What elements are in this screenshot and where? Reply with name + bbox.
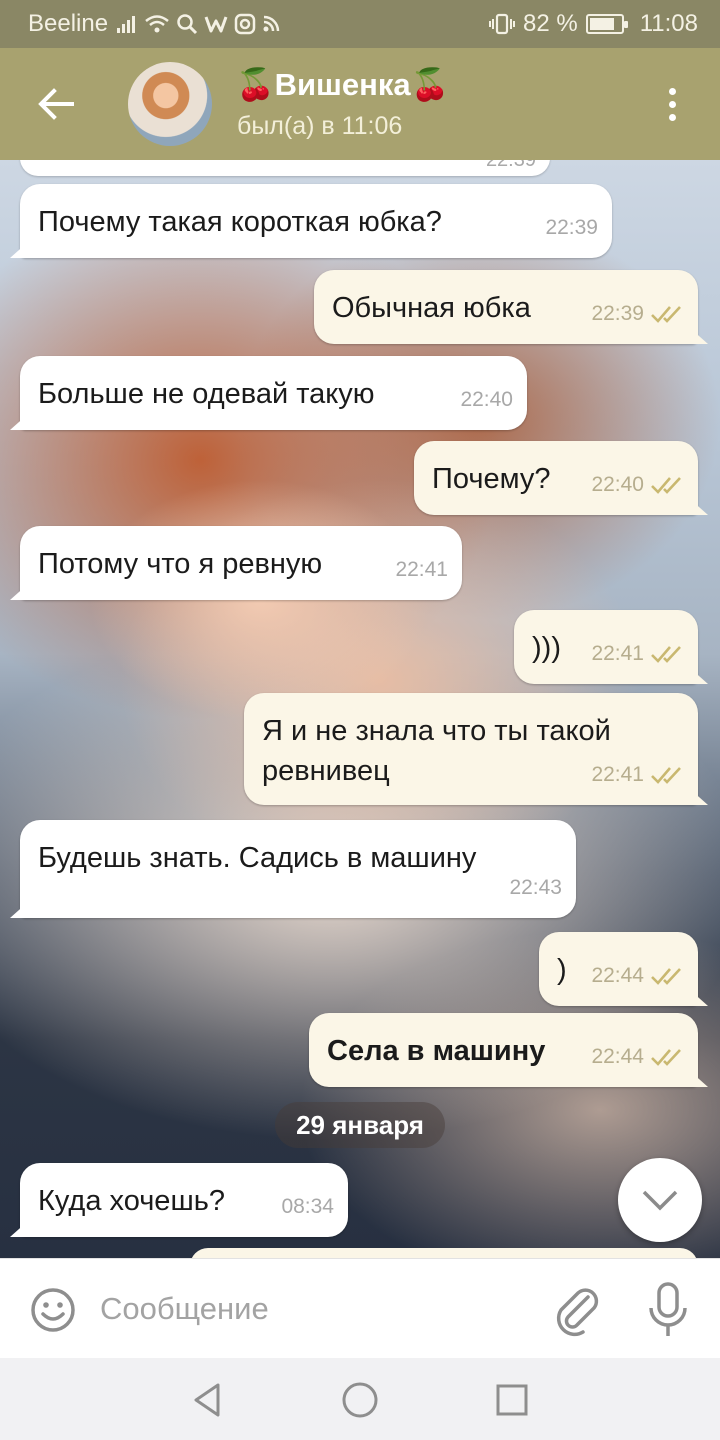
message-bubble-partial[interactable]: [190, 1248, 698, 1258]
status-left: Beeline: [28, 10, 280, 38]
double-check-icon: [651, 767, 681, 784]
date-separator: 29 января: [275, 1102, 445, 1148]
message-meta: 22:40: [591, 465, 684, 505]
message-meta: 22:41: [395, 550, 448, 590]
avatar[interactable]: [128, 62, 212, 146]
message-incoming[interactable]: Куда хочешь? 08:34: [20, 1163, 348, 1237]
message-time: 22:40: [591, 473, 644, 496]
message-text: Потому что я ревную: [38, 548, 323, 580]
search-icon: [177, 14, 198, 35]
vibrate-icon: [489, 13, 516, 35]
message-time: 22:44: [591, 1045, 644, 1068]
rss-icon: [263, 15, 280, 32]
message-text: Обычная юбка: [332, 292, 531, 324]
attach-button[interactable]: [552, 1283, 602, 1337]
message-text: Будешь знать. Садись в машину: [38, 842, 477, 874]
nav-back-button[interactable]: [188, 1380, 228, 1420]
microphone-button[interactable]: [646, 1281, 690, 1339]
paperclip-icon: [556, 1288, 599, 1337]
message-outgoing[interactable]: ))) 22:41: [514, 610, 698, 684]
status-right: 82 % 11:08: [489, 10, 698, 38]
message-time: 08:34: [281, 1195, 334, 1218]
message-bubble-partial[interactable]: 22:39: [20, 160, 550, 176]
chat-header: 🍒Вишенка🍒 был(а) в 11:06: [0, 48, 720, 160]
double-check-icon: [651, 477, 681, 494]
message-outgoing[interactable]: Села в машину 22:44: [309, 1013, 698, 1087]
message-time: 22:41: [395, 558, 448, 581]
message-time: 22:39: [485, 160, 536, 171]
message-meta: 22:41: [591, 755, 684, 795]
chat-title[interactable]: 🍒Вишенка🍒: [236, 66, 449, 103]
double-check-icon: [651, 968, 681, 985]
circle-home-icon: [342, 1382, 378, 1418]
message-text: Почему?: [432, 463, 551, 495]
scroll-down-button[interactable]: [618, 1158, 702, 1242]
triangle-back-icon: [194, 1383, 220, 1417]
message-meta: 22:39: [545, 208, 598, 248]
message-meta: 22:43: [509, 868, 562, 908]
chat-area[interactable]: 22:39 Почему такая короткая юбка? 22:39 …: [0, 160, 720, 1258]
nav-home-button[interactable]: [340, 1380, 380, 1420]
message-outgoing[interactable]: Почему? 22:40: [414, 441, 698, 515]
back-button[interactable]: [34, 84, 78, 124]
dot-icon: [668, 87, 676, 95]
emoji-button[interactable]: [28, 1285, 78, 1335]
nav-recents-button[interactable]: [492, 1380, 532, 1420]
message-time: 22:44: [591, 964, 644, 987]
message-meta: 08:34: [281, 1187, 334, 1227]
message-time: 22:40: [460, 388, 513, 411]
message-text: Села в машину: [327, 1035, 546, 1067]
message-text: Почему такая короткая юбка?: [38, 206, 442, 238]
double-check-icon: [651, 1049, 681, 1066]
message-text: Я и не знала что ты такой ревнивец: [262, 715, 619, 787]
smiley-icon: [31, 1288, 75, 1332]
message-meta: 22:39: [591, 294, 684, 334]
message-meta: 22:44: [591, 956, 684, 996]
battery-icon: [585, 14, 628, 34]
instagram-icon: [234, 13, 256, 35]
arrow-left-icon: [38, 88, 74, 120]
dot-icon: [668, 100, 676, 108]
message-time: 22:41: [591, 642, 644, 665]
message-text: Больше не одевай такую: [38, 378, 375, 410]
status-bar: Beeline 82 % 11:08: [0, 0, 720, 48]
message-time: 22:39: [591, 302, 644, 325]
signal-icon: [117, 16, 136, 33]
message-meta: 22:44: [591, 1037, 684, 1077]
message-time: 22:41: [591, 763, 644, 786]
status-icons: [116, 13, 280, 35]
message-text: ))): [532, 632, 561, 664]
message-text: Куда хочешь?: [38, 1185, 225, 1217]
message-text: ): [557, 954, 567, 986]
message-composer: [0, 1258, 720, 1358]
microphone-icon: [649, 1282, 687, 1336]
message-outgoing[interactable]: Обычная юбка 22:39: [314, 270, 698, 344]
message-incoming[interactable]: Потому что я ревную 22:41: [20, 526, 462, 600]
double-check-icon: [651, 306, 681, 323]
message-incoming[interactable]: Будешь знать. Садись в машину 22:43: [20, 820, 576, 918]
message-incoming[interactable]: Почему такая короткая юбка? 22:39: [20, 184, 612, 258]
more-options-button[interactable]: [656, 84, 688, 124]
square-recents-icon: [496, 1384, 528, 1416]
chevron-down-icon: [642, 1190, 678, 1211]
message-meta: 22:41: [591, 634, 684, 674]
message-outgoing[interactable]: Я и не знала что ты такой ревнивец 22:41: [244, 693, 698, 805]
w-app-icon: [204, 16, 228, 33]
last-seen-status: был(а) в 11:06: [237, 112, 403, 140]
message-incoming[interactable]: Больше не одевай такую 22:40: [20, 356, 527, 430]
wifi-icon: [145, 15, 169, 33]
battery-percent: 82 %: [523, 10, 578, 37]
message-input[interactable]: [100, 1281, 530, 1337]
battery-level: [589, 18, 615, 30]
system-navigation-bar: [0, 1358, 720, 1440]
carrier-name: Beeline: [28, 10, 109, 37]
double-check-icon: [651, 646, 681, 663]
clock: 11:08: [639, 10, 698, 37]
message-outgoing[interactable]: ) 22:44: [539, 932, 698, 1006]
message-meta: 22:40: [460, 380, 513, 420]
message-time: 22:43: [509, 876, 562, 899]
message-time: 22:39: [545, 216, 598, 239]
dot-icon: [668, 113, 676, 121]
